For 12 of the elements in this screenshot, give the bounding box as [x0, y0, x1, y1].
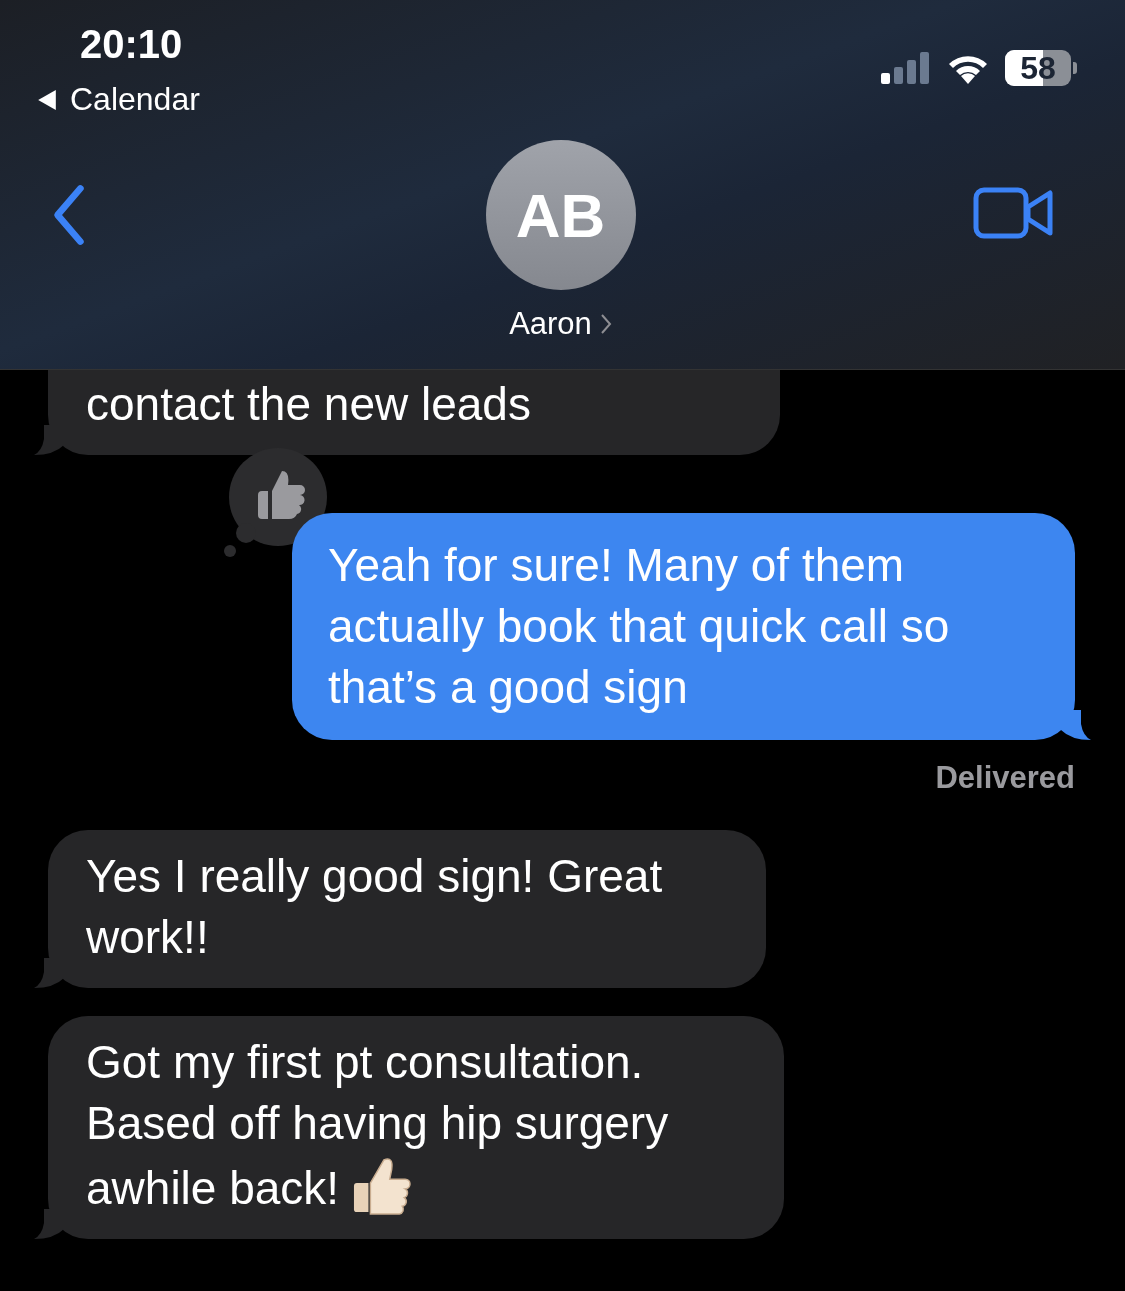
back-triangle-icon [36, 88, 58, 111]
video-camera-icon[interactable] [973, 185, 1055, 241]
message-text: Yes I really good sign! Great work!! [86, 850, 663, 963]
message-text: contact the new leads [86, 378, 531, 430]
back-to-app-link[interactable]: Calendar [36, 81, 200, 118]
contact-name-link[interactable]: Aaron [509, 306, 612, 342]
signal-icon [881, 51, 931, 85]
message-text: Got my first pt consultation. Based off having hip surgery awhile back! [86, 1036, 669, 1214]
delivery-status: Delivered [935, 760, 1075, 796]
message-text: Yeah for sure! Many of them actually book that quick call so that’s a good sign [328, 539, 950, 713]
status-time: 20:10 [80, 22, 183, 67]
chevron-icon [599, 312, 612, 336]
